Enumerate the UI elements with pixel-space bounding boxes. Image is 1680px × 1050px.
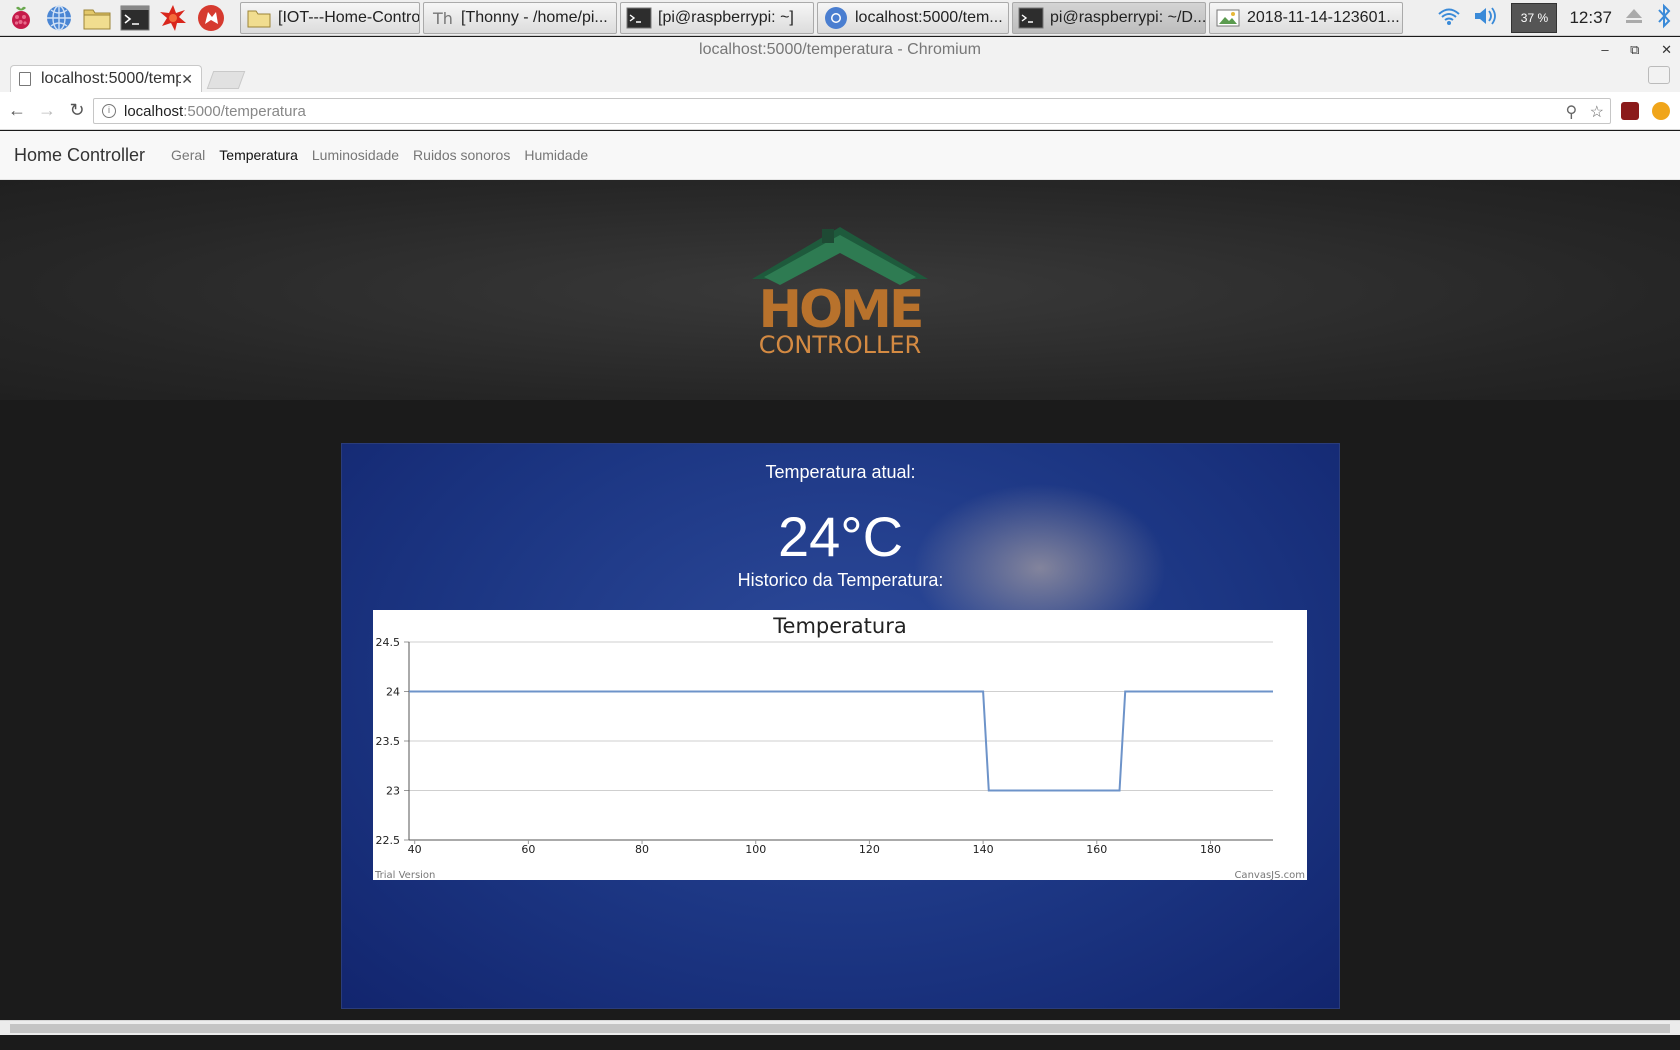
ublock-extension-icon[interactable]: [1621, 102, 1639, 120]
tab-title: localhost:5000/temperatura: [41, 70, 182, 87]
wifi-icon[interactable]: [1437, 5, 1461, 32]
chart-y-tick-label: 24.5: [376, 636, 401, 649]
taskbar: [IOT---Home-Controll... Th [Thonny - /ho…: [0, 0, 1680, 36]
eject-icon[interactable]: [1624, 6, 1644, 31]
chart-watermark-canvasjs: CanvasJS.com: [1234, 870, 1305, 880]
new-tab-button[interactable]: [206, 71, 246, 89]
taskbar-task-label: [IOT---Home-Controll...: [278, 8, 420, 26]
chart-watermark-trial: Trial Version: [374, 870, 435, 880]
address-bar[interactable]: i localhost:5000/temperatura ⚲ ☆: [93, 98, 1611, 124]
cpu-monitor[interactable]: 37 %: [1511, 3, 1558, 33]
taskbar-task-label: [Thonny - /home/pi...: [461, 8, 608, 26]
chart-x-tick-label: 160: [1086, 843, 1107, 856]
browser-toolbar: ← → ↻ i localhost:5000/temperatura ⚲ ☆: [0, 92, 1680, 130]
current-temperature-value: 24°C: [777, 505, 904, 568]
taskbar-task-terminal-2[interactable]: pi@raspberrypi: ~/D...: [1012, 1, 1206, 34]
horizontal-scrollbar[interactable]: [0, 1020, 1680, 1035]
bookmark-star-icon[interactable]: ☆: [1590, 104, 1604, 121]
terminal-launcher-icon[interactable]: [118, 2, 152, 34]
nav-link-luminosidade[interactable]: Luminosidade: [312, 147, 399, 163]
chart-y-tick-label: 24: [386, 686, 400, 699]
maximize-icon[interactable]: ⧉: [1630, 42, 1639, 57]
taskbar-task-label: localhost:5000/tem...: [855, 8, 1003, 26]
site-brand[interactable]: Home Controller: [14, 145, 145, 166]
url-host: localhost: [124, 102, 184, 120]
chart-title: Temperatura: [772, 614, 906, 638]
thonny-icon: Th: [429, 6, 455, 30]
taskbar-task-chromium[interactable]: localhost:5000/tem...: [817, 1, 1009, 34]
chart-x-tick-label: 120: [859, 843, 880, 856]
taskbar-task-image-viewer[interactable]: 2018-11-14-123601...: [1209, 1, 1403, 34]
taskbar-task-label: [pi@raspberrypi: ~]: [658, 8, 794, 26]
url-path: :5000/temperatura: [183, 102, 306, 120]
wolfram-launcher-icon[interactable]: [194, 2, 228, 34]
web-page: Home Controller Geral Temperatura Lumino…: [0, 131, 1680, 1035]
logo-controller-text: CONTROLLER: [759, 331, 921, 359]
nav-link-humidade[interactable]: Humidade: [524, 147, 588, 163]
scrollbar-thumb[interactable]: [10, 1024, 1670, 1033]
nav-link-ruidos-sonoros[interactable]: Ruidos sonoros: [413, 147, 510, 163]
page-icon: [19, 72, 31, 86]
temperature-chart[interactable]: Temperatura Trial Version CanvasJS.com 2…: [373, 610, 1307, 880]
folder-icon: [246, 6, 272, 30]
browser-tab[interactable]: localhost:5000/temperatura ✕: [10, 65, 202, 92]
site-navbar: Home Controller Geral Temperatura Lumino…: [0, 131, 1680, 180]
chart-y-tick-label: 23.5: [376, 735, 401, 748]
chart-x-tick-label: 80: [635, 843, 649, 856]
temperature-panel: Temperatura atual: 24°C Historico da Tem…: [341, 443, 1340, 1009]
taskbar-task-thonny[interactable]: Th [Thonny - /home/pi...: [423, 1, 617, 34]
temperature-chart-svg: Temperatura Trial Version CanvasJS.com 2…: [374, 614, 1305, 880]
back-icon[interactable]: ←: [4, 100, 30, 121]
file-manager-launcher-icon[interactable]: [80, 2, 114, 34]
site-info-icon[interactable]: i: [102, 104, 116, 118]
system-tray: 37 % 12:37: [1425, 0, 1680, 36]
chart-x-tick-label: 140: [973, 843, 994, 856]
taskbar-task-label: 2018-11-14-123601...: [1247, 8, 1400, 26]
chromium-icon: [823, 6, 849, 30]
clock[interactable]: 12:37: [1569, 8, 1612, 28]
close-icon[interactable]: ✕: [1661, 42, 1672, 57]
raspberry-menu-icon[interactable]: [4, 2, 38, 34]
chart-x-tick-label: 100: [745, 843, 766, 856]
image-icon: [1215, 6, 1241, 30]
current-temperature-label: Temperatura atual:: [765, 462, 916, 482]
svg-text:Th: Th: [432, 9, 453, 28]
close-tab-icon[interactable]: ✕: [181, 71, 193, 88]
taskbar-task-label: pi@raspberrypi: ~/D...: [1050, 8, 1206, 26]
taskbar-task-terminal-1[interactable]: [pi@raspberrypi: ~]: [620, 1, 814, 34]
window-title: localhost:5000/temperatura - Chromium: [699, 41, 981, 58]
terminal-icon: [1018, 6, 1044, 30]
terminal-icon: [626, 6, 652, 30]
hero-banner: HOME CONTROLLER: [0, 180, 1680, 400]
zoom-icon[interactable]: ⚲: [1565, 104, 1577, 121]
chart-x-tick-label: 60: [521, 843, 535, 856]
web-browser-launcher-icon[interactable]: [42, 2, 76, 34]
reload-icon[interactable]: ↻: [64, 100, 90, 121]
nav-link-geral[interactable]: Geral: [171, 147, 205, 163]
nav-link-temperatura[interactable]: Temperatura: [219, 147, 298, 163]
profile-icon[interactable]: [1648, 66, 1670, 84]
chart-x-tick-label: 40: [408, 843, 422, 856]
math-kernel-launcher-icon[interactable]: [156, 2, 190, 34]
minimize-icon[interactable]: –: [1601, 42, 1608, 57]
bluetooth-icon[interactable]: [1656, 3, 1672, 34]
tab-strip: localhost:5000/temperatura ✕: [0, 63, 1680, 92]
chart-y-tick-label: 23: [386, 785, 400, 798]
home-controller-logo: HOME CONTROLLER: [752, 227, 928, 359]
taskbar-task-file-manager[interactable]: [IOT---Home-Controll...: [240, 1, 420, 34]
forward-icon[interactable]: →: [34, 100, 60, 121]
chart-x-tick-label: 180: [1200, 843, 1221, 856]
window-titlebar: localhost:5000/temperatura - Chromium – …: [0, 37, 1680, 63]
chart-y-tick-label: 22.5: [376, 834, 401, 847]
volume-icon[interactable]: [1473, 5, 1499, 32]
temperature-history-label: Historico da Temperatura:: [737, 570, 944, 590]
update-alert-icon[interactable]: [1652, 102, 1670, 120]
